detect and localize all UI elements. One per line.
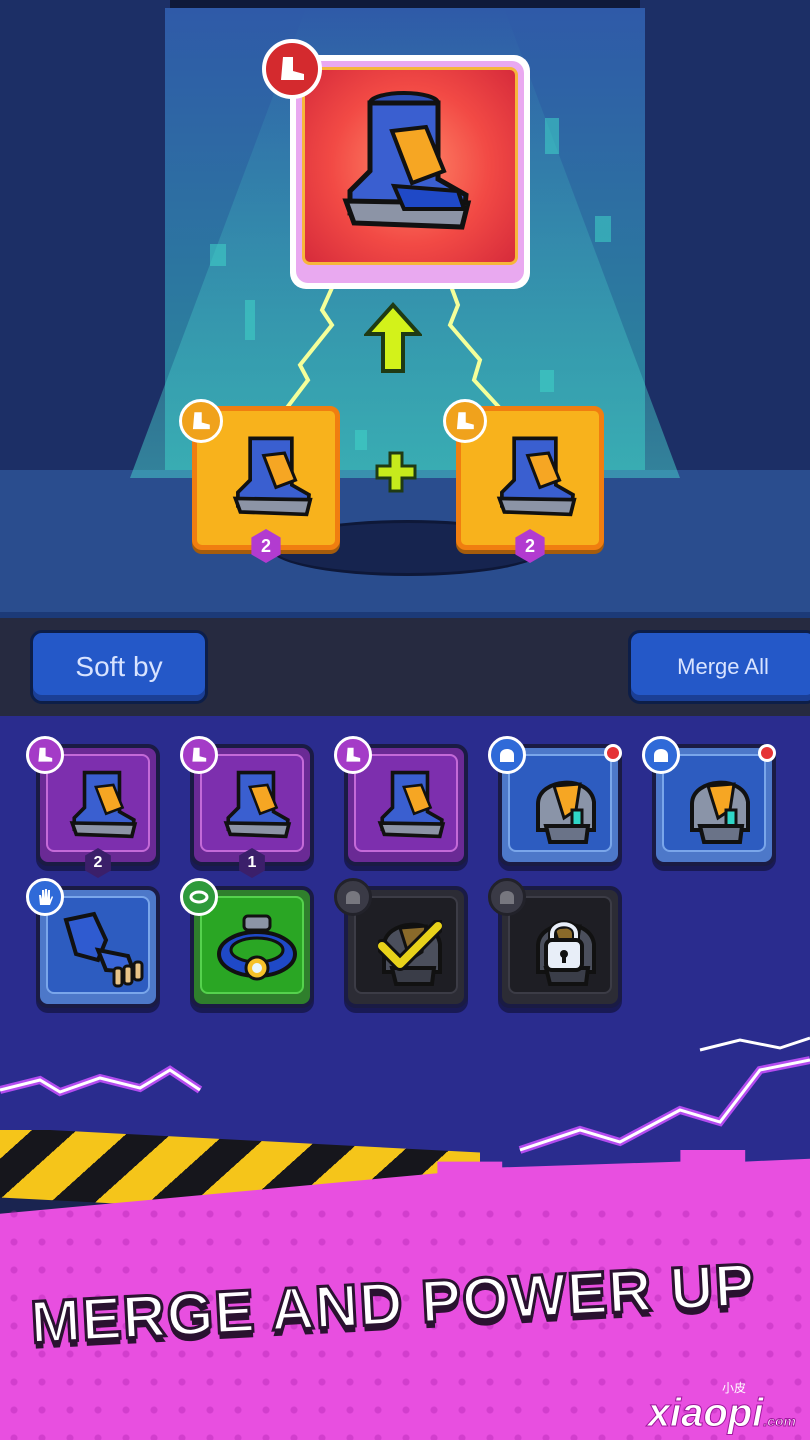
boot-icon bbox=[192, 747, 207, 762]
inventory-slot[interactable] bbox=[334, 736, 468, 866]
inventory-slot[interactable] bbox=[488, 736, 622, 866]
particle bbox=[545, 118, 559, 154]
boot-icon bbox=[456, 412, 474, 430]
boot-category-badge bbox=[26, 736, 64, 774]
helmet-icon bbox=[346, 891, 360, 904]
lock-icon bbox=[544, 920, 584, 972]
helmet-icon bbox=[536, 780, 596, 844]
boot-category-badge bbox=[443, 399, 487, 443]
boot-icon bbox=[192, 412, 210, 430]
belt-icon bbox=[189, 890, 209, 904]
boot-category-badge bbox=[262, 39, 322, 99]
watermark-small: 小皮 bbox=[721, 1381, 746, 1395]
particle bbox=[355, 430, 367, 450]
boot-category-badge bbox=[179, 399, 223, 443]
level-badge: 2 bbox=[85, 848, 111, 878]
inventory-slot[interactable]: 2 bbox=[26, 736, 160, 878]
belt-category-badge bbox=[180, 878, 218, 916]
merge-result-card[interactable] bbox=[262, 39, 530, 289]
helmet-category-badge bbox=[488, 878, 526, 916]
boot-icon bbox=[232, 436, 313, 517]
hand-category-badge bbox=[26, 878, 64, 916]
gauntlet-icon bbox=[63, 911, 144, 988]
hand-icon bbox=[39, 889, 53, 905]
helmet-icon bbox=[690, 780, 750, 844]
merge-source-card[interactable]: 2 bbox=[443, 399, 604, 563]
boot-icon bbox=[346, 747, 361, 762]
inventory-slot-locked[interactable] bbox=[488, 878, 622, 1008]
helmet-category-badge bbox=[642, 736, 680, 774]
notification-dot bbox=[758, 744, 776, 762]
helmet-icon bbox=[500, 891, 514, 904]
particle bbox=[595, 216, 611, 242]
level-badge: 1 bbox=[239, 848, 265, 878]
boot-icon bbox=[342, 91, 472, 230]
arrow-up-icon bbox=[364, 302, 422, 373]
particle bbox=[210, 244, 226, 266]
helmet-category-badge bbox=[488, 736, 526, 774]
watermark: xiaopi.com bbox=[647, 1391, 797, 1436]
inventory-slot[interactable]: 1 bbox=[180, 736, 314, 878]
boot-category-badge bbox=[180, 736, 218, 774]
boot-icon bbox=[377, 770, 446, 839]
boot-icon bbox=[496, 436, 577, 517]
helmet-category-badge bbox=[334, 878, 372, 916]
inventory-slot[interactable] bbox=[642, 736, 776, 866]
check-icon bbox=[378, 920, 442, 971]
merge-all-button[interactable]: Merge All bbox=[628, 630, 810, 704]
watermark-suffix: .com bbox=[763, 1413, 797, 1430]
merge-stage: 2 2 bbox=[0, 0, 810, 612]
merge-source-card[interactable]: 2 bbox=[179, 399, 340, 563]
helmet-icon bbox=[500, 749, 514, 762]
inventory-slot-locked[interactable] bbox=[334, 878, 468, 1008]
sort-button[interactable]: Soft by bbox=[30, 630, 208, 704]
helmet-icon bbox=[654, 749, 668, 762]
boot-icon bbox=[38, 747, 53, 762]
boot-icon bbox=[69, 770, 138, 839]
inventory-slot[interactable] bbox=[180, 878, 314, 1008]
watermark-text: xiaopi bbox=[647, 1391, 764, 1436]
belt-icon bbox=[217, 914, 297, 981]
boot-category-badge bbox=[334, 736, 372, 774]
plus-icon bbox=[375, 451, 417, 493]
boot-icon bbox=[281, 57, 304, 80]
boot-icon bbox=[223, 770, 292, 839]
notification-dot bbox=[604, 744, 622, 762]
inventory-slot[interactable] bbox=[26, 878, 160, 1008]
